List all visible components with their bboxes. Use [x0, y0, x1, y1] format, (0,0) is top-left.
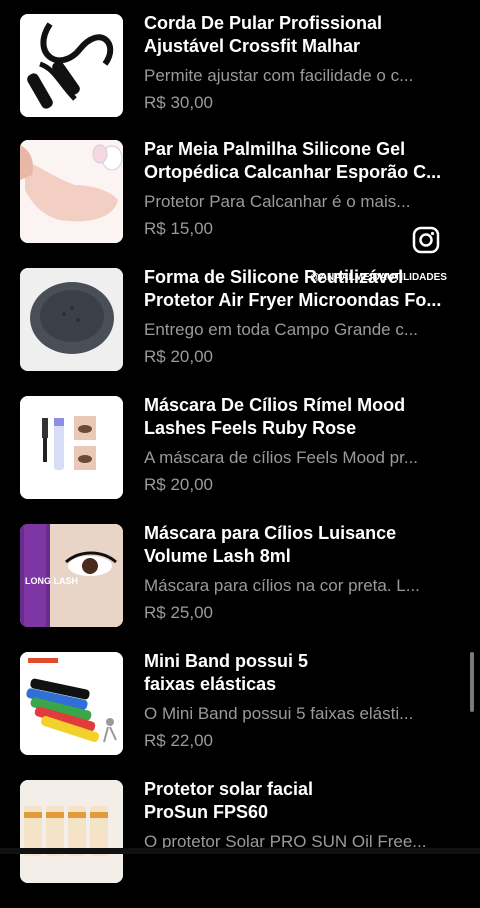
heel-protector-image	[20, 140, 123, 243]
long-lash-label: LONG LASH	[25, 576, 78, 586]
product-description: Permite ajustar com facilidade o c...	[144, 66, 414, 85]
product-thumbnail[interactable]: LONG LASH	[20, 524, 123, 627]
scrollbar[interactable]	[470, 652, 474, 712]
product-title[interactable]: Corda De Pular Profissional Ajustável Cr…	[144, 12, 464, 58]
luisance-mascara-image: LONG LASH	[20, 524, 123, 627]
product-thumbnail[interactable]	[20, 14, 123, 117]
product-title-line2: ProSun FPS60	[144, 802, 269, 822]
jump-rope-image	[20, 14, 123, 117]
product-price: R$ 15,00	[144, 219, 213, 238]
product-thumbnail[interactable]	[20, 140, 123, 243]
product-title[interactable]: Máscara para Cílios Luisance Volume Lash…	[144, 522, 464, 568]
product-item[interactable]: Forma de Silicone Reutilizável Protetor …	[0, 267, 480, 396]
product-title[interactable]: Par Meia Palmilha Silicone Gel Ortopédic…	[144, 138, 464, 184]
product-item[interactable]: Par Meia Palmilha Silicone Gel Ortopédic…	[0, 138, 480, 268]
product-title-line2: Ajustável Crossfit Malhar	[144, 36, 361, 56]
product-title[interactable]: Protetor solar facial ProSun FPS60	[144, 778, 464, 824]
instagram-icon	[412, 226, 440, 254]
mascara-image	[20, 396, 123, 499]
product-price: R$ 20,00	[144, 347, 213, 366]
bottom-nav-bar	[0, 848, 480, 854]
product-title-line1: Mini Band possui 5	[144, 651, 309, 671]
product-price: R$ 30,00	[144, 93, 213, 112]
product-item[interactable]: LONG LASH Máscara para Cílios Luisance V…	[0, 522, 480, 652]
product-description: Máscara para cílios na cor preta. L...	[144, 576, 420, 595]
product-title-line2: faixas elásticas	[144, 674, 277, 694]
product-description: Entrego em toda Campo Grande c...	[144, 320, 419, 339]
silicone-mold-image	[20, 268, 123, 371]
product-title-line2: Lashes Feels Ruby Rose	[144, 418, 357, 438]
product-thumbnail[interactable]	[20, 268, 123, 371]
product-thumbnail[interactable]	[20, 396, 123, 499]
product-title-line1: Par Meia Palmilha Silicone Gel	[144, 139, 406, 159]
sunscreen-image	[20, 780, 123, 883]
product-item[interactable]: Corda De Pular Profissional Ajustável Cr…	[0, 12, 480, 142]
product-price: R$ 20,00	[144, 475, 213, 494]
watermark-handle: @ANAALMEIDAUTILIDADES	[310, 272, 447, 283]
product-title-line1: Máscara para Cílios Luisance	[144, 523, 397, 543]
product-title-line2: Volume Lash 8ml	[144, 546, 291, 566]
product-description: Protetor Para Calcanhar é o mais...	[144, 192, 411, 211]
product-thumbnail[interactable]	[20, 780, 123, 883]
product-title[interactable]: Mini Band possui 5 faixas elásticas	[144, 650, 464, 696]
product-thumbnail[interactable]	[20, 652, 123, 755]
product-item[interactable]: Máscara De Cílios Rímel Mood Lashes Feel…	[0, 394, 480, 524]
product-title-line1: Máscara De Cílios Rímel Mood	[144, 395, 406, 415]
product-price: R$ 22,00	[144, 731, 213, 750]
product-title-line2: Protetor Air Fryer Microondas Fo...	[144, 290, 442, 310]
product-item[interactable]: Mini Band possui 5 faixas elásticas O Mi…	[0, 650, 480, 780]
product-title-line1: Corda De Pular Profissional	[144, 13, 383, 33]
product-item[interactable]: Protetor solar facial ProSun FPS60 O pro…	[0, 778, 480, 908]
product-title-line1: Protetor solar facial	[144, 779, 314, 799]
product-title[interactable]: Máscara De Cílios Rímel Mood Lashes Feel…	[144, 394, 464, 440]
product-title-line2: Ortopédica Calcanhar Esporão C...	[144, 162, 442, 182]
product-description: O Mini Band possui 5 faixas elásti...	[144, 704, 414, 723]
product-description: A máscara de cílios Feels Mood pr...	[144, 448, 419, 467]
mini-band-image	[20, 652, 123, 755]
product-price: R$ 25,00	[144, 603, 213, 622]
